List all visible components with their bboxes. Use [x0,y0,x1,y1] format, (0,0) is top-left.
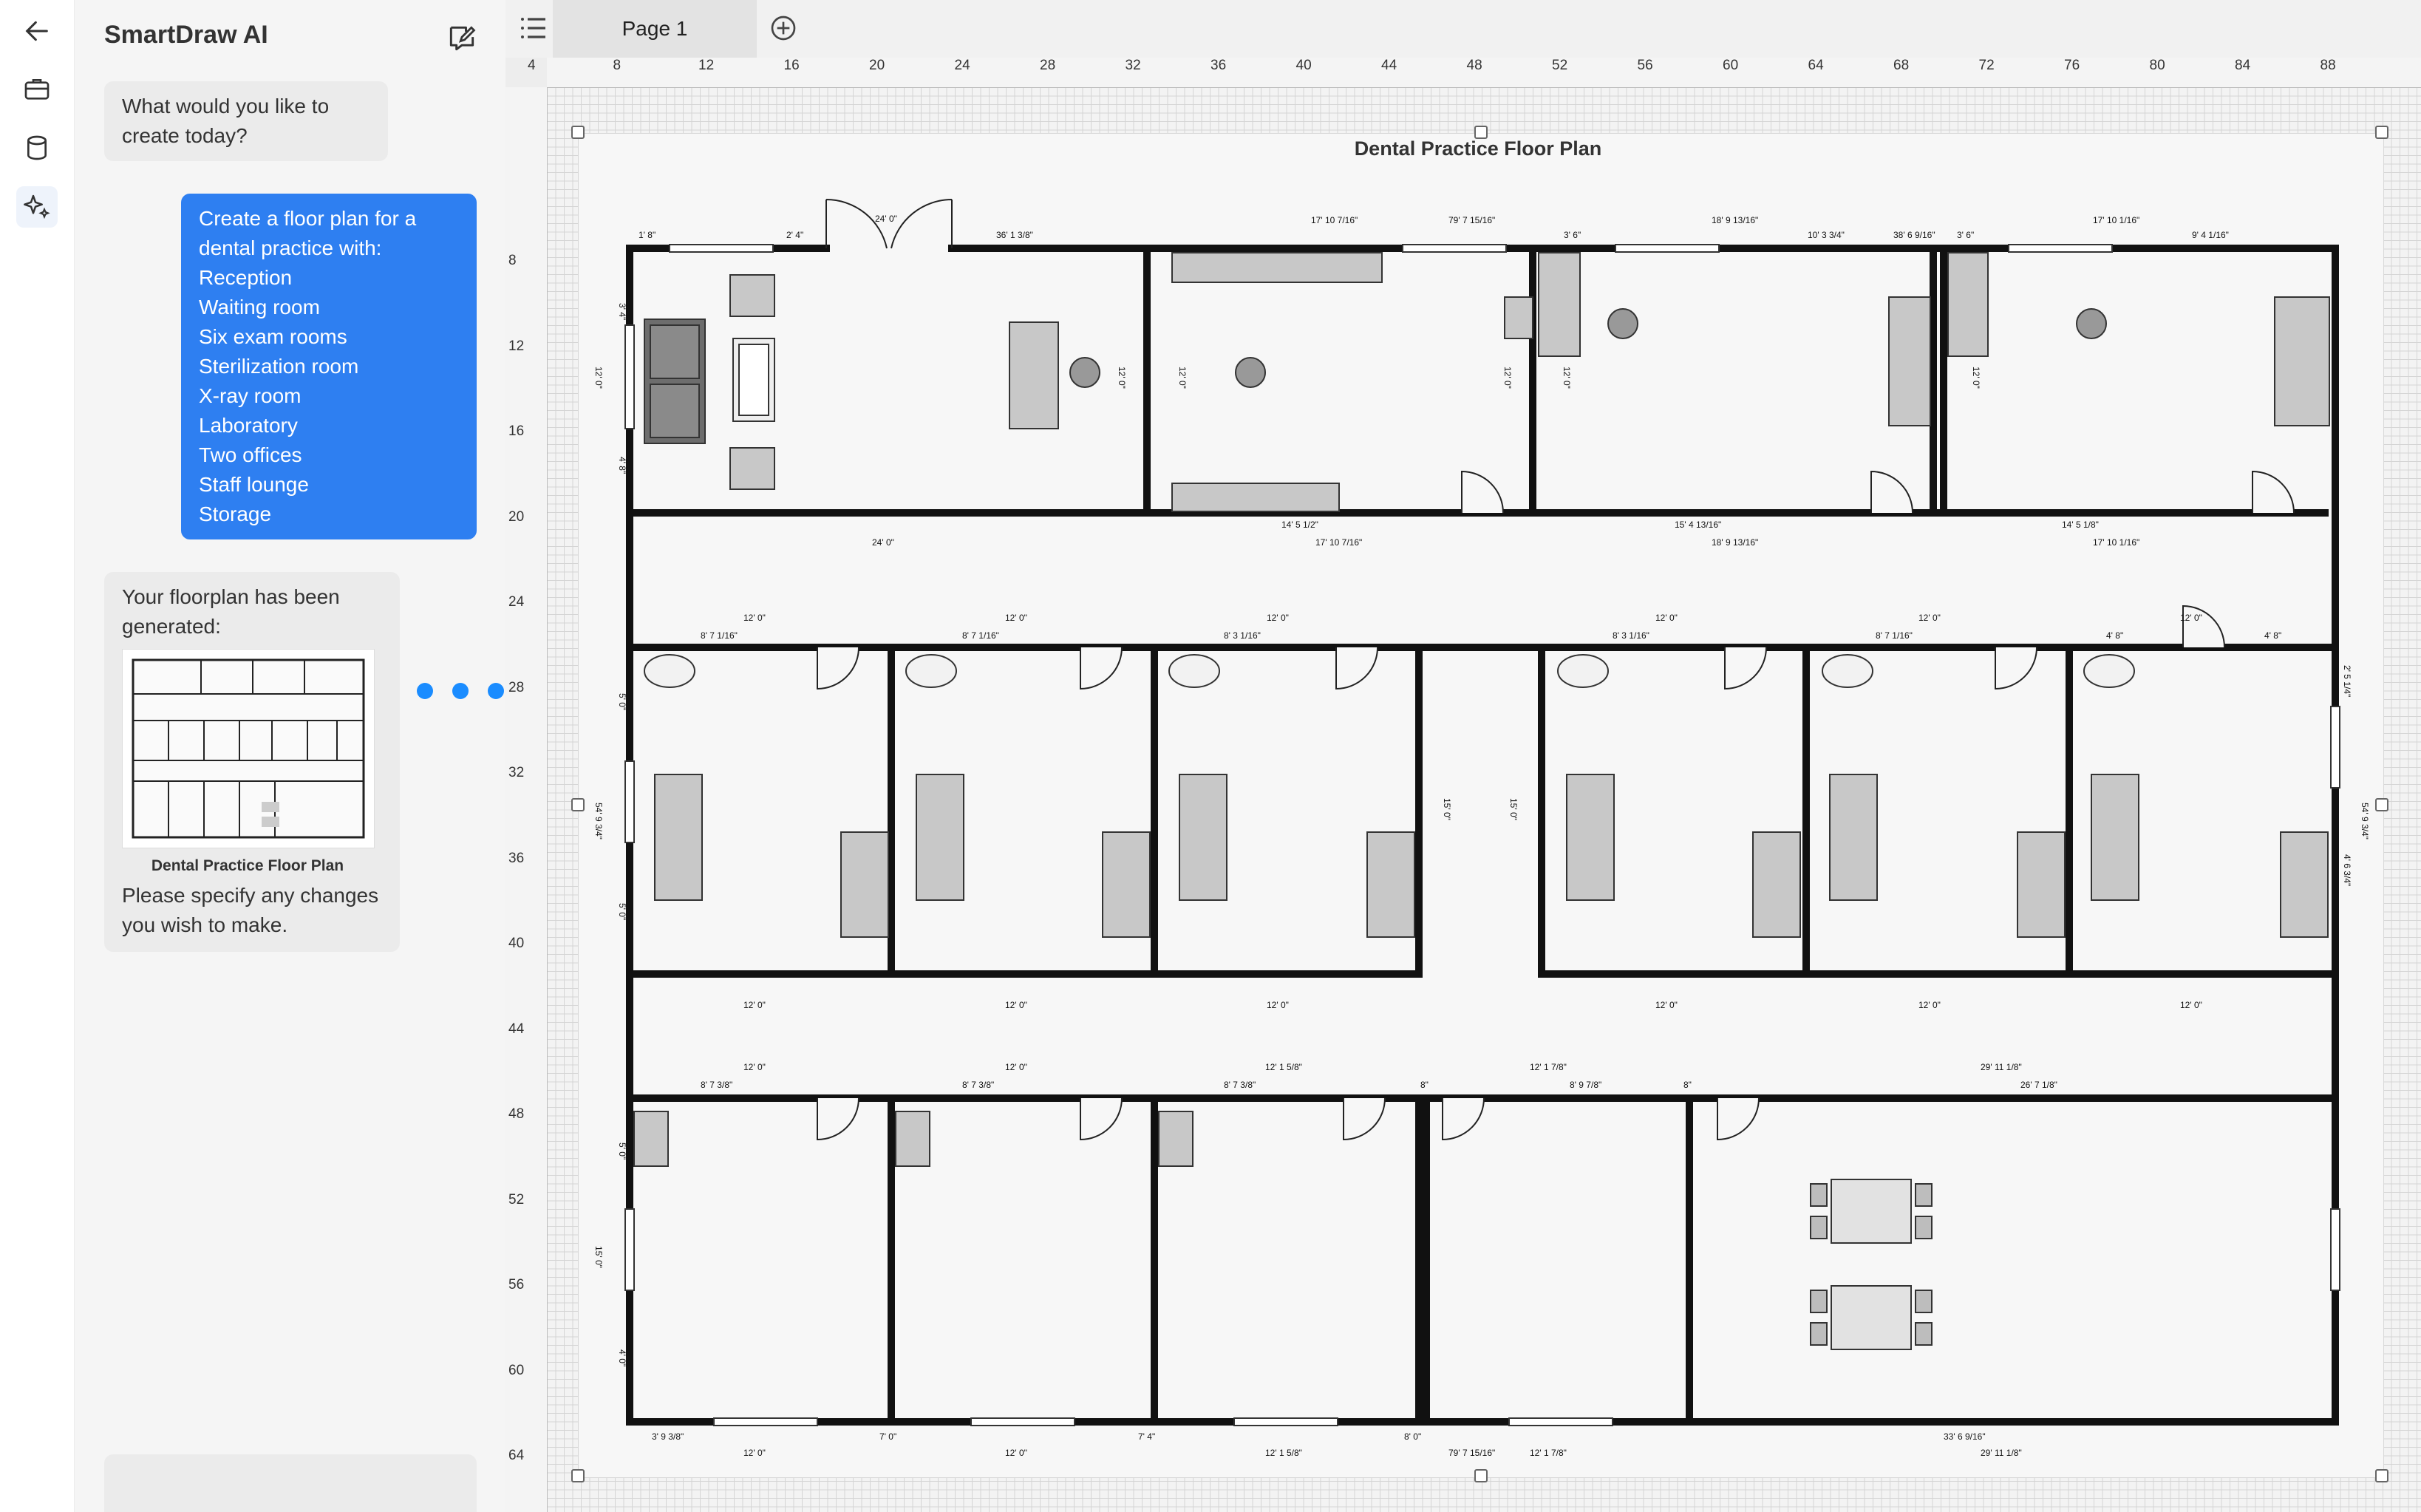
dimension-label: 79' 7 15/16" [1448,215,1495,225]
dimension-label: 2' 4" [786,230,803,240]
dimension-label: 12' 0" [1267,1000,1289,1010]
dimension-label: 15' 4 13/16" [1675,520,1721,530]
dimension-label: 12' 0" [743,1448,766,1458]
dimension-label: 12' 0" [743,1000,766,1010]
dimension-label: 8" [1420,1080,1429,1090]
dimension-label: 4' 8" [2106,630,2123,641]
dimension-label: 8' 7 1/16" [701,630,738,641]
dimension-label: 5' 0" [617,1142,627,1159]
dimension-label: 9' 4 1/16" [2192,230,2229,240]
dimension-label: 12' 0" [1502,367,1513,389]
dimension-label: 3' 6" [1564,230,1581,240]
dimension-label: 12' 0" [1918,1000,1941,1010]
dimension-label: 12' 1 7/8" [1530,1062,1567,1072]
dimension-label: 15' 0" [593,1246,604,1268]
dimension-label: 8' 3 1/16" [1613,630,1649,641]
dimension-label: 12' 0" [1562,367,1572,389]
dimension-label: 12' 0" [1005,613,1027,623]
dimension-label: 8' 7 1/16" [962,630,999,641]
dimension-label: 36' 1 3/8" [996,230,1033,240]
dimension-label: 12' 0" [743,613,766,623]
dimension-label: 8' 3 1/16" [1224,630,1261,641]
dimension-label: 8' 7 3/8" [1224,1080,1256,1090]
dimension-label: 17' 10 7/16" [1315,537,1362,548]
dimension-label: 17' 10 1/16" [2093,537,2139,548]
dimension-label: 8' 7 3/8" [962,1080,994,1090]
dimension-label: 12' 0" [593,367,604,389]
dimension-label: 3' 6" [1957,230,1974,240]
dimension-label: 1' 8" [639,230,656,240]
dimension-label: 8' 7 1/16" [1876,630,1913,641]
dimension-label: 15' 0" [1442,798,1452,820]
dimension-label: 7' 0" [879,1431,896,1442]
dimension-label: 4' 0" [617,1349,627,1366]
dimension-label: 4' 6 3/4" [2342,854,2352,886]
dimension-label: 10' 3 3/4" [1808,230,1845,240]
dimension-label: 12' 0" [1918,613,1941,623]
dimension-label: 2' 5 1/4" [2342,665,2352,697]
dimension-label: 4' 8" [2264,630,2281,641]
dimension-label: 14' 5 1/8" [2062,520,2099,530]
dimension-label: 12' 0" [1005,1448,1027,1458]
dimension-label: 8' 0" [1404,1431,1421,1442]
dimension-label: 12' 0" [1655,1000,1678,1010]
dimension-label: 12' 0" [1117,367,1127,389]
dimension-label: 12' 0" [2180,613,2202,623]
dimension-label: 8' 7 3/8" [701,1080,732,1090]
dimension-label: 54' 9 3/4" [593,803,604,840]
dimension-label: 12' 0" [1177,367,1188,389]
dimension-label: 24' 0" [875,214,897,224]
dimension-label: 3' 9 3/8" [652,1431,684,1442]
dimension-label: 5' 0" [617,903,627,920]
dimension-label: 12' 1 7/8" [1530,1448,1567,1458]
dimension-label: 12' 1 5/8" [1265,1062,1302,1072]
dimension-label: 15' 0" [1508,798,1519,820]
dimension-label: 14' 5 1/2" [1281,520,1318,530]
dimension-label: 12' 0" [1005,1062,1027,1072]
dimension-label: 79' 7 15/16" [1448,1448,1495,1458]
dimension-label: 29' 11 1/8" [1981,1448,2022,1458]
dimension-label: 12' 0" [1005,1000,1027,1010]
dimension-label: 12' 0" [1267,613,1289,623]
dimension-label: 54' 9 3/4" [2360,803,2370,840]
dimension-label: 7' 4" [1138,1431,1155,1442]
dimension-label: 3' 4" [617,303,627,320]
dimension-label: 12' 1 5/8" [1265,1448,1302,1458]
dimension-label: 5' 0" [617,693,627,710]
dimension-label: 18' 9 13/16" [1712,537,1758,548]
dimension-label: 8' 9 7/8" [1570,1080,1601,1090]
floorplan-drawing[interactable]: 1' 8" 2' 4" 24' 0" 36' 1 3/8" 17' 10 7/1… [0,0,2421,1512]
dimension-label: 17' 10 7/16" [1311,215,1358,225]
dimension-label: 18' 9 13/16" [1712,215,1758,225]
dimension-label: 8" [1683,1080,1692,1090]
dimension-label: 4' 8" [617,457,627,474]
dimension-label: 17' 10 1/16" [2093,215,2139,225]
dimension-label: 12' 0" [1655,613,1678,623]
dimension-label: 33' 6 9/16" [1944,1431,1986,1442]
dimension-label: 29' 11 1/8" [1981,1062,2022,1072]
dimension-label: 24' 0" [872,537,894,548]
dimension-label: 12' 0" [1971,367,1981,389]
dimension-label: 38' 6 9/16" [1893,230,1935,240]
dimension-label: 12' 0" [743,1062,766,1072]
dimension-label: 26' 7 1/8" [2020,1080,2057,1090]
dimension-label: 12' 0" [2180,1000,2202,1010]
